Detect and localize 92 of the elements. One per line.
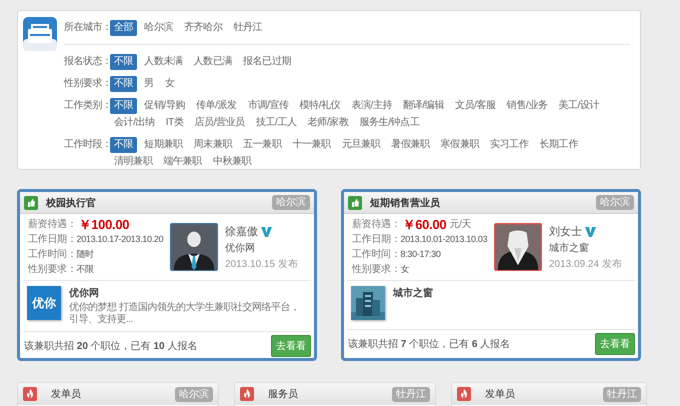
field-label: 薪资待遇： <box>28 218 77 232</box>
field-value: 8:30-17:30 <box>400 248 441 261</box>
poster-company: 优你网 <box>225 242 256 255</box>
poster-name[interactable]: 刘女士 <box>549 224 582 239</box>
field-label: 工作日期： <box>352 232 401 247</box>
field-value: 不限 <box>76 263 94 276</box>
filter-label: 所在城市： <box>64 20 110 35</box>
field-label: 工作时间： <box>352 248 401 262</box>
field-label: 性别要求： <box>28 262 77 277</box>
job-summary: 该兼职共招 7 个职位，已有 6 人报名 <box>348 338 510 351</box>
filter-option[interactable]: 短期兼职 <box>140 137 187 153</box>
filter-option[interactable]: 市调/宣传 <box>244 98 293 114</box>
city-tag: 哈尔滨 <box>175 386 213 402</box>
filter-option[interactable]: 实习工作 <box>486 137 532 153</box>
filter-option[interactable]: 十一兼职 <box>288 137 335 153</box>
avatar-icon <box>170 223 218 271</box>
company-name[interactable]: 城市之窗 <box>393 286 631 300</box>
filter-option[interactable]: 报名已过期 <box>239 54 296 70</box>
job-title[interactable]: 发单员 <box>485 387 589 401</box>
filter-option[interactable]: 清明兼职 <box>110 154 156 170</box>
filter-option[interactable]: 不限 <box>110 98 138 114</box>
filter-option[interactable]: 女 <box>160 76 178 92</box>
filter-option[interactable]: 元旦兼职 <box>338 137 384 153</box>
job-title[interactable]: 短期销售营业员 <box>370 196 588 210</box>
filter-option[interactable]: 文员/客服 <box>450 98 500 114</box>
filter-option[interactable]: 暑假兼职 <box>387 137 434 153</box>
filter-option[interactable]: 店员/营业员 <box>190 115 249 131</box>
filter-option[interactable]: 牡丹江 <box>229 20 266 36</box>
filter-option[interactable]: IT类 <box>162 115 188 131</box>
filter-label: 报名状态： <box>64 54 110 69</box>
field-label: 薪资待遇： <box>352 218 401 232</box>
filter-option[interactable]: 翻译/编辑 <box>399 98 448 114</box>
poster-name[interactable]: 徐嘉傲 <box>225 224 258 239</box>
flame-icon <box>23 387 37 401</box>
filter-option[interactable]: 模特/礼仪 <box>296 98 344 114</box>
filter-option[interactable]: 传单/派发 <box>192 98 241 114</box>
job-title[interactable]: 校园执行官 <box>46 196 264 210</box>
filter-label: 工作时段： <box>64 138 110 152</box>
filter-option[interactable]: 销售/业务 <box>502 98 552 114</box>
field-value: 2013.10.17-2013.10.20 <box>76 233 164 246</box>
job-title[interactable]: 发单员 <box>51 387 161 401</box>
field-label: 工作时间： <box>28 248 77 262</box>
filter-option[interactable]: 服务生/钟点工 <box>355 115 424 131</box>
field-label: 工作日期： <box>28 232 77 247</box>
salary-unit: 元/天 <box>449 218 472 232</box>
salary-value: ￥100.00 <box>78 217 130 232</box>
filter-option[interactable]: 促销/导购 <box>140 98 189 114</box>
filter-option[interactable]: 人数未满 <box>140 54 187 70</box>
filter-option[interactable]: 老师/家教 <box>304 115 352 131</box>
job-title[interactable]: 服务员 <box>268 387 378 401</box>
filter-option[interactable]: 不限 <box>110 76 138 92</box>
briefcase-icon <box>23 17 57 51</box>
city-tag: 牡丹江 <box>603 386 641 402</box>
filter-option[interactable]: 全部 <box>110 20 138 36</box>
company-description: 优你的梦想 打造国内领先的大学生兼职社交网络平台，引导、支持更... <box>69 302 300 326</box>
thumbs-up-icon <box>24 196 38 210</box>
city-tag: 哈尔滨 <box>272 195 310 210</box>
field-value: 随时 <box>76 248 94 261</box>
filter-option[interactable]: 中秋兼职 <box>208 154 256 170</box>
field-value: 女 <box>400 263 410 276</box>
post-date: 2013.09.24 发布 <box>549 258 622 271</box>
filter-option[interactable]: 美工/设计 <box>554 98 604 114</box>
filter-option[interactable]: 长期工作 <box>535 137 582 153</box>
post-date: 2013.10.15 发布 <box>225 258 298 271</box>
flame-icon <box>240 387 254 401</box>
filter-option[interactable]: 齐齐哈尔 <box>180 20 226 36</box>
flame-icon <box>457 387 471 401</box>
filter-label: 工作类别： <box>64 98 110 113</box>
avatar-icon <box>494 223 542 271</box>
company-name[interactable]: 优你网 <box>69 286 307 300</box>
city-tag: 哈尔滨 <box>596 195 634 210</box>
filter-option[interactable]: 技工/工人 <box>252 115 301 131</box>
filter-option[interactable]: 周末兼职 <box>190 137 236 153</box>
filter-option[interactable]: 五一兼职 <box>239 137 286 153</box>
field-label: 性别要求： <box>352 262 401 277</box>
poster-company: 城市之窗 <box>549 242 590 255</box>
filter-option[interactable]: 寒假兼职 <box>436 137 484 153</box>
filter-option[interactable]: 不限 <box>110 137 138 153</box>
filter-option[interactable]: 人数已满 <box>190 54 236 70</box>
field-value: 2013.10.01-2013.10.03 <box>400 233 488 246</box>
filter-label: 性别要求： <box>64 76 110 91</box>
filter-option[interactable]: 哈尔滨 <box>140 20 178 36</box>
filter-option[interactable]: 表演/主持 <box>347 98 396 114</box>
filter-option[interactable]: 不限 <box>110 54 138 70</box>
job-summary: 该兼职共招 20 个职位，已有 10 人报名 <box>24 340 198 353</box>
salary-value: ￥60.00 <box>402 217 446 232</box>
thumbs-up-icon <box>348 196 362 210</box>
city-tag: 牡丹江 <box>392 386 430 402</box>
filter-option[interactable]: 男 <box>140 76 158 92</box>
filter-option[interactable]: 端午兼职 <box>159 154 206 170</box>
company-logo: 优你 <box>27 286 61 320</box>
filter-option[interactable]: 会计/出纳 <box>110 115 159 131</box>
